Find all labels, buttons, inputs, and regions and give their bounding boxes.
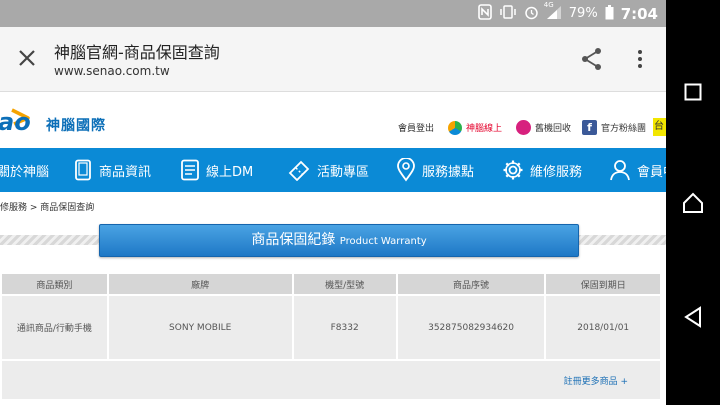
cell-category: 通訊商品/行動手機 [2, 296, 107, 359]
overflow-menu-button[interactable] [632, 47, 648, 71]
nav-about-label: 關於神腦 [0, 164, 50, 180]
house-icon [683, 192, 703, 213]
cell-brand: SONY MOBILE [108, 296, 292, 359]
nfc-icon [477, 4, 492, 23]
nav-repair-label: 維修服務 [530, 164, 583, 180]
clock: 7:04 [620, 4, 658, 23]
signal-icon: 4G [543, 0, 562, 23]
table-footer: 註冊更多商品 + [2, 361, 660, 399]
cell-serial: 352875082934620 [397, 296, 545, 359]
share-icon [582, 48, 601, 70]
document-icon [181, 159, 199, 181]
table-row: 通訊商品/行動手機 SONY MOBILE F8332 352875082934… [2, 296, 660, 359]
ticket-icon [288, 160, 310, 181]
recycle-icon [516, 120, 532, 135]
cell-model: F8332 [293, 296, 396, 359]
table-footer-row: 註冊更多商品 + [2, 361, 660, 399]
recents-button[interactable] [666, 72, 720, 112]
logout-link[interactable]: 會員登出 [398, 121, 434, 134]
register-more-link[interactable]: 註冊更多商品 + [564, 377, 628, 387]
nav-dm[interactable]: 線上DM [180, 148, 253, 192]
battery-icon [605, 4, 614, 23]
page-title: 神腦官網-商品保固查詢 [54, 43, 220, 62]
web-page: ao 神腦國際 會員登出 神腦線上 舊機回收 f 官方粉絲團 台 關於神腦 商品… [0, 92, 666, 405]
square-icon [684, 83, 702, 101]
nav-products[interactable]: 商品資訊 [73, 148, 151, 192]
cell-expiry: 2018/01/01 [546, 296, 660, 359]
main-nav: 關於神腦 商品資訊 線上DM 活動專區 服務據點 維修服務 會員 [0, 148, 666, 192]
phone-icon [75, 159, 91, 181]
user-icon [610, 160, 630, 181]
online-shop-icon [448, 120, 463, 135]
nav-dm-label: 線上DM [206, 164, 254, 180]
col-header: 商品序號 [397, 274, 545, 294]
gear-icon [503, 160, 523, 180]
close-tab-button[interactable] [14, 45, 40, 71]
system-nav-bar [666, 0, 720, 405]
col-header: 保固到期日 [546, 274, 660, 294]
network-type: 4G [543, 0, 554, 9]
recycle-link[interactable]: 舊機回收 [535, 121, 571, 134]
back-button[interactable] [666, 297, 720, 337]
nav-locations[interactable]: 服務據點 [396, 148, 474, 192]
nav-member[interactable]: 會員中 [609, 148, 666, 192]
site-header: ao 神腦國際 會員登出 神腦線上 舊機回收 f 官方粉絲團 台 [0, 92, 666, 148]
fans-link[interactable]: 官方粉絲團 [601, 121, 646, 134]
nav-events[interactable]: 活動專區 [287, 148, 369, 192]
header-links: 會員登出 神腦線上 舊機回收 f 官方粉絲團 [398, 120, 646, 135]
alarm-icon [524, 5, 539, 23]
custom-tab-toolbar: 神腦官網-商品保固查詢 www.senao.com.tw [0, 27, 666, 92]
nav-products-label: 商品資訊 [99, 164, 152, 180]
breadcrumb: 修服務 > 商品保固查詢 [0, 203, 95, 213]
nav-repair[interactable]: 維修服務 [502, 148, 582, 192]
location-pin-icon [397, 158, 415, 182]
col-header: 機型/型號 [293, 274, 396, 294]
status-icons: 4G 79% 7:04 [477, 0, 658, 27]
phone-screen: 4G 79% 7:04 神腦官網-商品保固查詢 www.senao.com.tw [0, 0, 720, 405]
close-icon [19, 50, 35, 66]
facebook-icon: f [582, 120, 598, 135]
logo-company-name: 神腦國際 [46, 118, 106, 134]
page-url: www.senao.com.tw [54, 64, 170, 78]
nav-about[interactable]: 關於神腦 [0, 148, 49, 192]
warranty-title-en: Product Warranty [339, 236, 427, 247]
logo-wordmark: ao [0, 108, 31, 136]
status-bar: 4G 79% 7:04 [0, 0, 666, 27]
more-vertical-icon [638, 50, 642, 68]
warranty-title-zh: 商品保固紀錄 [251, 232, 336, 248]
col-header: 商品類別 [2, 274, 107, 294]
col-header: 廠牌 [108, 274, 292, 294]
share-button[interactable] [579, 46, 605, 72]
nav-member-label: 會員中 [637, 164, 666, 180]
vibrate-icon [499, 5, 517, 22]
home-button[interactable] [666, 183, 720, 223]
table-header-row: 商品類別 廠牌 機型/型號 商品序號 保固到期日 [2, 274, 660, 294]
online-shop-link[interactable]: 神腦線上 [466, 121, 502, 134]
region-badge[interactable]: 台 [653, 118, 666, 136]
nav-locations-label: 服務據點 [422, 164, 475, 180]
back-triangle-icon [684, 306, 701, 328]
warranty-table: 商品類別 廠牌 機型/型號 商品序號 保固到期日 通訊商品/行動手機 SONY … [0, 272, 662, 401]
battery-percent: 79% [568, 6, 598, 21]
nav-events-label: 活動專區 [317, 164, 370, 180]
warranty-title-banner: 商品保固紀錄 Product Warranty [99, 224, 579, 257]
